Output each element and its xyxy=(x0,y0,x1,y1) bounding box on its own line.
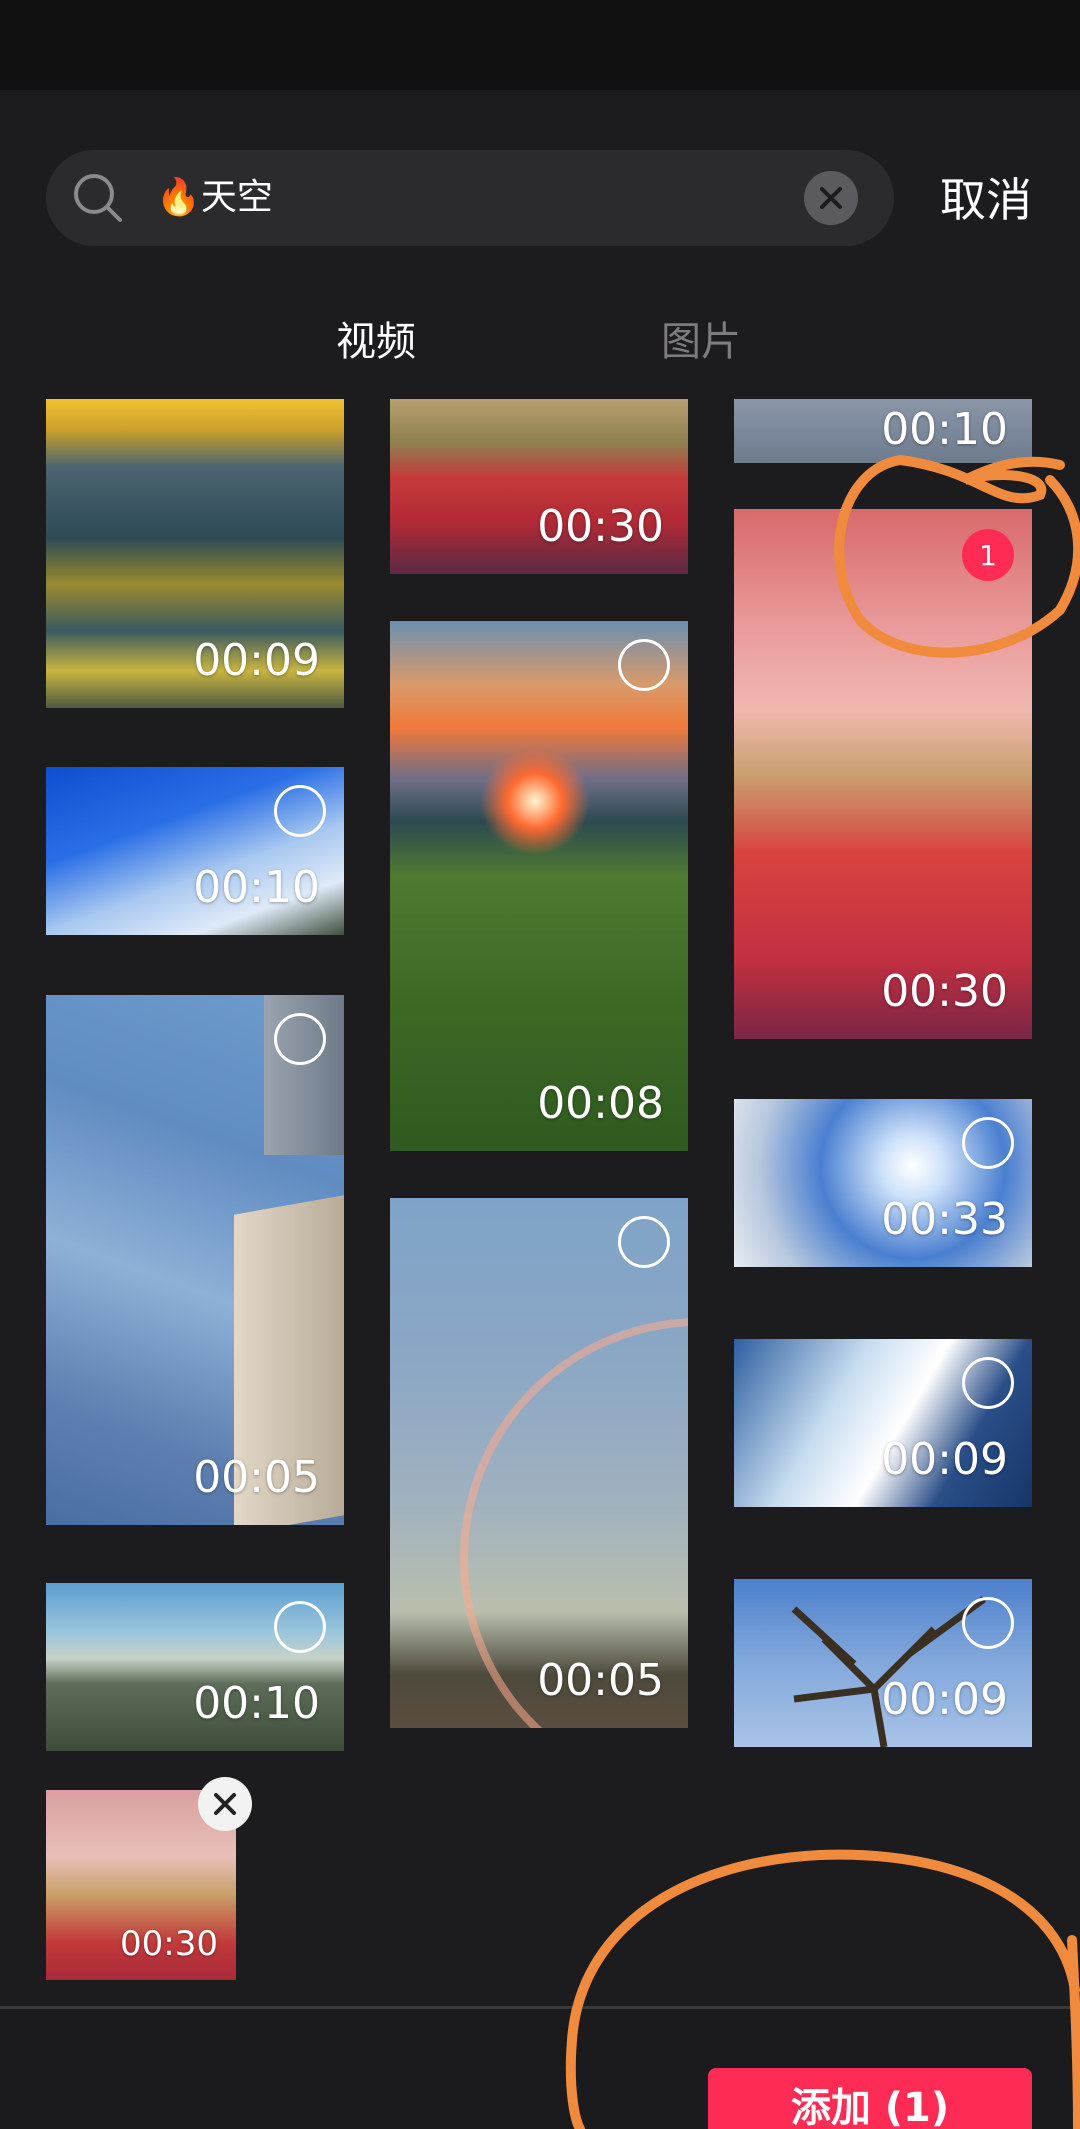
add-button[interactable]: 添加 (1) xyxy=(708,2068,1032,2129)
video-duration: 00:09 xyxy=(193,635,320,686)
video-duration: 00:30 xyxy=(881,966,1008,1017)
video-duration: 00:33 xyxy=(881,1194,1008,1245)
select-circle[interactable] xyxy=(962,1117,1014,1169)
video-duration: 00:05 xyxy=(193,1452,320,1503)
search-bar[interactable]: 🔥天空 xyxy=(46,150,894,246)
video-tile[interactable]: 00:05 xyxy=(46,995,344,1525)
search-input[interactable]: 🔥天空 xyxy=(156,174,273,222)
video-duration: 00:30 xyxy=(537,501,664,552)
video-duration: 00:10 xyxy=(193,862,320,913)
close-icon xyxy=(214,1793,236,1815)
close-icon xyxy=(820,187,842,209)
video-tile[interactable]: 00:05 xyxy=(390,1198,688,1728)
video-duration: 00:10 xyxy=(193,1678,320,1729)
video-tile[interactable]: 00:09 xyxy=(734,1579,1032,1747)
select-circle[interactable] xyxy=(274,785,326,837)
video-tile[interactable]: 00:10 xyxy=(46,1583,344,1751)
video-tile[interactable]: 00:30 xyxy=(390,399,688,574)
video-tile[interactable]: 00:09 xyxy=(46,399,344,708)
selected-order-badge[interactable]: 1 xyxy=(962,529,1014,581)
video-tile[interactable]: 00:33 xyxy=(734,1099,1032,1267)
remove-selected-button[interactable] xyxy=(198,1777,252,1831)
select-circle[interactable] xyxy=(274,1601,326,1653)
video-duration: 00:08 xyxy=(537,1078,664,1129)
select-circle[interactable] xyxy=(962,1597,1014,1649)
select-circle[interactable] xyxy=(962,1357,1014,1409)
tab-video[interactable]: 视频 xyxy=(336,312,416,372)
status-bar xyxy=(0,0,1080,90)
search-icon xyxy=(74,174,122,222)
video-duration: 00:05 xyxy=(537,1655,664,1706)
video-tile[interactable]: 00:10 xyxy=(46,767,344,935)
video-tile[interactable]: 00:09 xyxy=(734,1339,1032,1507)
cancel-button[interactable]: 取消 xyxy=(940,170,1032,230)
video-duration: 00:10 xyxy=(881,404,1008,455)
video-duration: 00:09 xyxy=(881,1674,1008,1725)
video-duration: 00:30 xyxy=(120,1924,218,1964)
select-circle[interactable] xyxy=(274,1013,326,1065)
clear-search-button[interactable] xyxy=(804,171,858,225)
video-tile[interactable]: 00:08 xyxy=(390,621,688,1151)
select-circle[interactable] xyxy=(618,639,670,691)
tab-image[interactable]: 图片 xyxy=(661,312,741,372)
video-tile[interactable]: 00:10 xyxy=(734,399,1032,463)
video-tile[interactable]: 1 00:30 xyxy=(734,509,1032,1039)
select-circle[interactable] xyxy=(618,1216,670,1268)
video-duration: 00:09 xyxy=(881,1434,1008,1485)
